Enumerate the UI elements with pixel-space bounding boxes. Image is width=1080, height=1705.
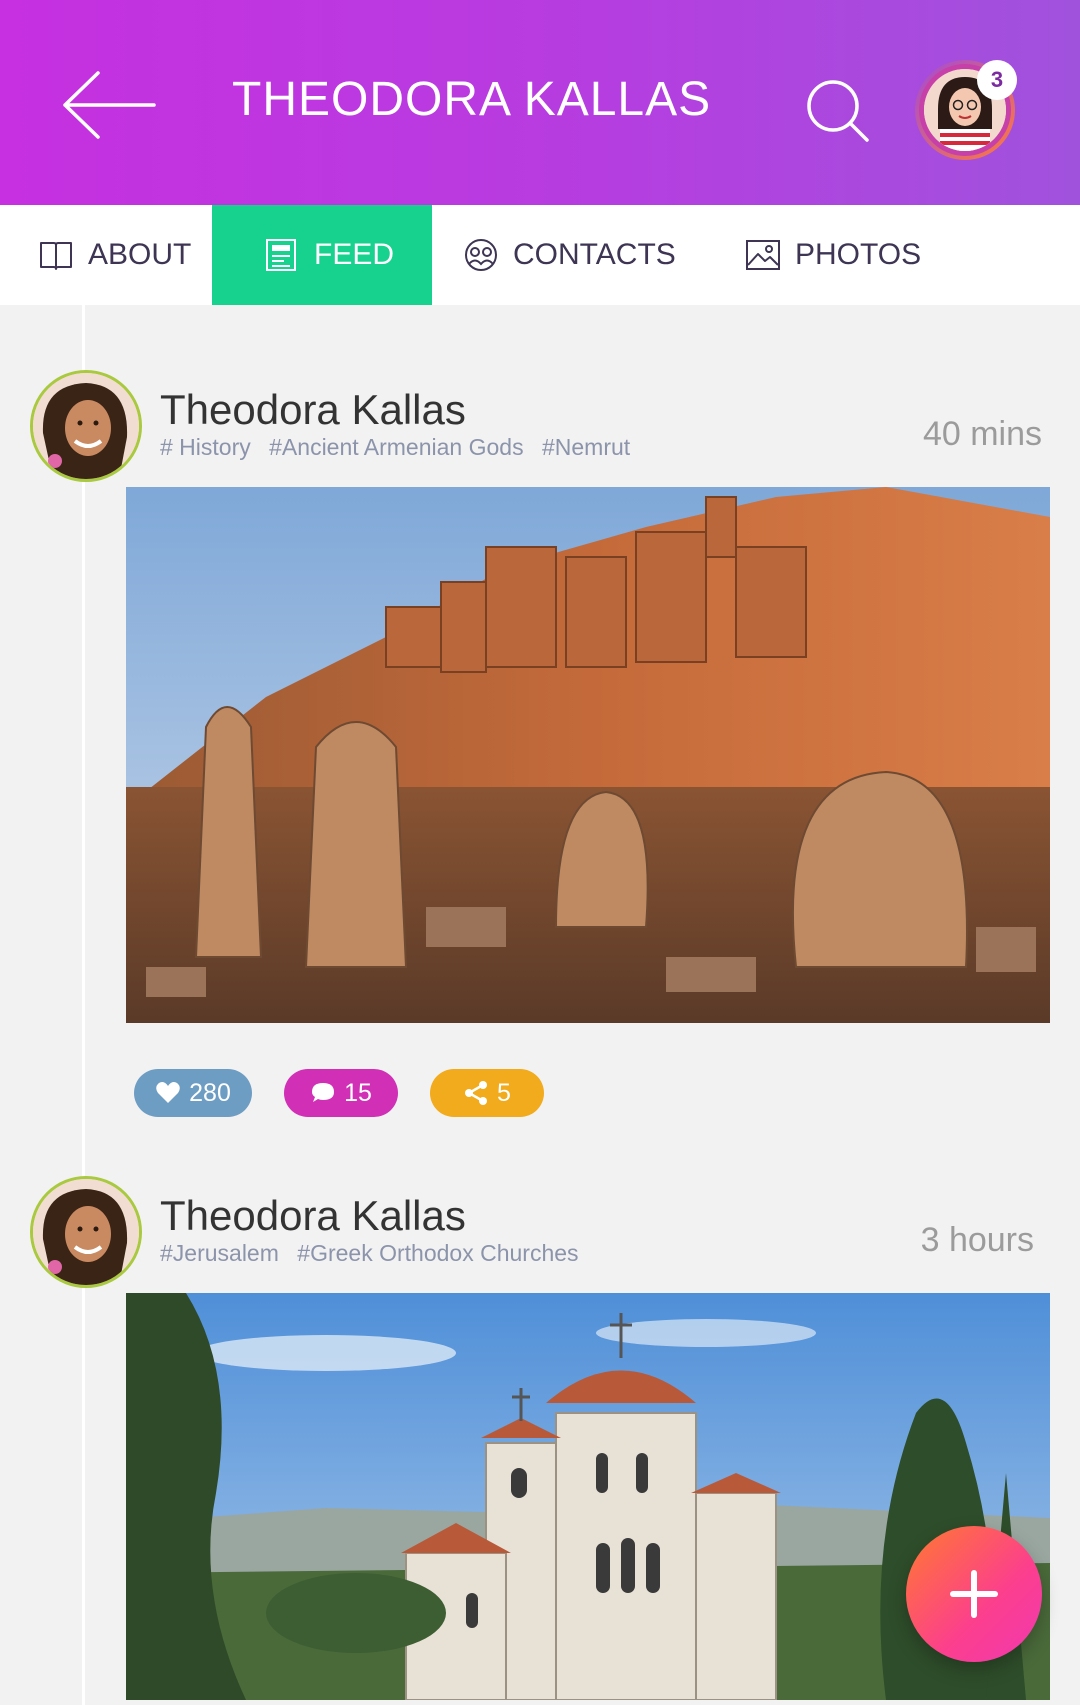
post-tag[interactable]: # History	[160, 434, 251, 460]
app-header: THEODORA KALLAS 3	[0, 0, 1080, 205]
tab-feed[interactable]: FEED	[212, 205, 432, 305]
post-tags: #Jerusalem #Greek Orthodox Churches	[160, 1240, 591, 1267]
post-actions: 280 15 5	[134, 1069, 544, 1117]
tab-photos-label: PHOTOS	[795, 238, 922, 271]
profile-tabs: ABOUT FEED CONTACTS PHOTOS	[0, 205, 1080, 305]
post-time: 3 hours	[920, 1221, 1034, 1259]
post-author[interactable]: Theodora Kallas	[160, 1192, 466, 1240]
comment-button[interactable]: 15	[284, 1069, 398, 1117]
tab-photos[interactable]: PHOTOS	[745, 205, 965, 305]
image-icon	[746, 240, 780, 270]
book-icon	[40, 242, 72, 270]
newspaper-icon	[266, 239, 296, 271]
post-image-church[interactable]	[126, 1293, 1050, 1700]
tab-contacts-label: CONTACTS	[513, 238, 676, 271]
post-tags: # History #Ancient Armenian Gods #Nemrut	[160, 434, 642, 461]
post-time: 40 mins	[922, 415, 1042, 453]
share-icon	[465, 1081, 488, 1105]
post-tag[interactable]: #Ancient Armenian Gods	[269, 434, 523, 460]
heart-icon	[156, 1082, 180, 1103]
share-count: 5	[497, 1078, 511, 1107]
search-button[interactable]	[805, 78, 871, 144]
tab-about[interactable]: ABOUT	[0, 205, 212, 305]
back-button[interactable]	[62, 70, 157, 140]
post-author[interactable]: Theodora Kallas	[160, 386, 466, 434]
timeline-line	[82, 305, 85, 1705]
people-icon	[465, 239, 497, 271]
tab-contacts[interactable]: CONTACTS	[463, 205, 703, 305]
tab-about-label: ABOUT	[88, 238, 192, 271]
post-image-nemrut[interactable]	[126, 487, 1050, 1023]
comment-count: 15	[344, 1078, 372, 1107]
avatar[interactable]	[30, 1176, 142, 1288]
notification-badge: 3	[977, 60, 1017, 100]
like-button[interactable]: 280	[134, 1069, 252, 1117]
avatar[interactable]	[30, 370, 142, 482]
post-tag[interactable]: #Jerusalem	[160, 1240, 279, 1266]
tab-feed-label: FEED	[314, 238, 395, 271]
arrow-left-icon	[63, 71, 156, 139]
page-title: THEODORA KALLAS	[232, 73, 712, 126]
post-tag[interactable]: #Nemrut	[542, 434, 630, 460]
share-button[interactable]: 5	[430, 1069, 544, 1117]
post-tag[interactable]: #Greek Orthodox Churches	[297, 1240, 578, 1266]
search-icon	[807, 80, 869, 142]
comment-icon	[312, 1083, 335, 1102]
add-post-button[interactable]	[906, 1526, 1042, 1662]
user-avatar-button[interactable]: 3	[915, 60, 1017, 160]
like-count: 280	[189, 1078, 231, 1107]
